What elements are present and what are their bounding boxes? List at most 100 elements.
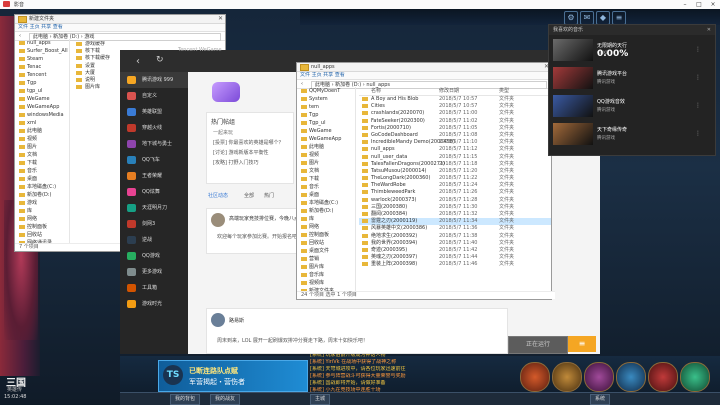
sidebar-item[interactable]: 穿越火线 xyxy=(120,120,188,136)
sidebar-item[interactable]: 自定义 xyxy=(120,88,188,104)
tree-item[interactable]: 本地磁盘(C:) xyxy=(15,183,69,191)
table-row[interactable]: warlock(2000373) 2018/5/7 11:28 文件夹 xyxy=(359,197,551,204)
table-row[interactable]: null_user_data 2018/5/7 11:15 文件夹 xyxy=(359,154,551,161)
hud-map-icon[interactable]: ◆ xyxy=(596,11,610,25)
skill-icon[interactable] xyxy=(680,362,710,392)
skill-icon[interactable] xyxy=(616,362,646,392)
taskbar-item[interactable]: 我的背包 xyxy=(170,394,201,405)
tree-item[interactable]: 控制面板 xyxy=(15,223,69,231)
table-row[interactable]: 我的世界(2000394) 2018/5/7 11:40 文件夹 xyxy=(359,240,551,247)
tree-item[interactable]: 文档 xyxy=(297,167,355,175)
table-row[interactable]: TalesFallenDragons(2000271) 2018/5/7 11:1… xyxy=(359,161,551,168)
tree-item[interactable]: 桌面 xyxy=(297,191,355,199)
tree-item[interactable]: Tgp xyxy=(297,111,355,119)
table-row[interactable]: A Boy and His Blob 2018/5/7 10:57 文件夹 xyxy=(359,96,551,103)
sidebar-item[interactable]: 英雄联盟 xyxy=(120,104,188,120)
table-row[interactable]: FateSeeker(2020300) 2018/5/7 11:02 文件夹 xyxy=(359,118,551,125)
skill-icon[interactable] xyxy=(520,362,550,392)
tree-item[interactable]: Steam xyxy=(15,55,69,63)
tree-item[interactable]: 回收站 xyxy=(297,239,355,247)
tree-item[interactable]: 网络 xyxy=(15,215,69,223)
tree-item[interactable]: WeGameApp xyxy=(15,103,69,111)
table-row[interactable]: crashlands(2020070) 2018/5/7 11:00 文件夹 xyxy=(359,110,551,117)
tree-item[interactable]: 下载 xyxy=(15,159,69,167)
table-row[interactable]: IncredibleMandy Demo(2000458) 2018/5/7 11… xyxy=(359,139,551,146)
tree-item[interactable]: 图片库 xyxy=(297,263,355,271)
hud-menu-icon[interactable]: ≡ xyxy=(612,11,626,25)
tree-item[interactable]: 网络 xyxy=(297,223,355,231)
tree-item[interactable]: 音乐 xyxy=(297,183,355,191)
table-row[interactable]: TatsuMusou(2000014) 2018/5/7 11:20 文件夹 xyxy=(359,168,551,175)
sidebar-item[interactable]: 地下城与勇士 xyxy=(120,136,188,152)
sidebar-item[interactable]: 王者荣耀 xyxy=(120,168,188,184)
tree-item[interactable]: tgp_ul xyxy=(15,87,69,95)
sidebar-item[interactable]: QQ飞车 xyxy=(120,152,188,168)
col-name[interactable]: 名称 xyxy=(371,87,381,95)
sidebar-item[interactable]: 剑网3 xyxy=(120,216,188,232)
explorer-back-ribbon[interactable]: 文件 主页 共享 查看 xyxy=(15,24,225,32)
running-button[interactable]: 正在运行 xyxy=(508,336,568,354)
taskbar-item[interactable]: 我的战友 xyxy=(210,394,241,405)
menu-button[interactable]: ≡ xyxy=(568,336,596,352)
sidebar-item[interactable]: 逆战 xyxy=(120,232,188,248)
close-icon[interactable]: ✕ xyxy=(218,15,223,23)
sidebar-item[interactable]: 游戏时光 xyxy=(120,296,188,312)
skill-icon[interactable] xyxy=(648,362,678,392)
sidebar-item[interactable]: 工具箱 xyxy=(120,280,188,296)
tree-item[interactable]: 下载 xyxy=(297,175,355,183)
tree-item[interactable]: WeGameApp xyxy=(297,135,355,143)
tree-item[interactable]: 桌面 xyxy=(15,175,69,183)
hud-mail-icon[interactable]: ✉ xyxy=(580,11,594,25)
tree-item[interactable]: Tencent xyxy=(15,71,69,79)
tree-item[interactable]: Tenac xyxy=(15,63,69,71)
back-icon[interactable]: ‹ xyxy=(136,56,140,67)
tree-item[interactable]: 音乐 xyxy=(15,167,69,175)
tree-item[interactable]: 此电脑 xyxy=(297,143,355,151)
more-icon[interactable]: ⋮ xyxy=(695,130,703,138)
tree-item[interactable]: WeGame xyxy=(297,127,355,135)
forum-line[interactable]: [投票] 你最喜欢的英雄是哪个？ xyxy=(213,139,284,146)
music-item[interactable]: 天下奇缘传奇 腾讯游戏 ⋮ xyxy=(553,123,703,145)
tab-hot[interactable]: 热门 xyxy=(264,192,274,199)
tree-item[interactable]: Tgp_ul xyxy=(297,119,355,127)
skill-icon[interactable] xyxy=(552,362,582,392)
col-date[interactable]: 修改日期 xyxy=(439,87,459,95)
tree-item[interactable]: tem xyxy=(297,103,355,111)
tree-item[interactable]: xml xyxy=(15,119,69,127)
sidebar-item[interactable]: 天涯明月刀 xyxy=(120,200,188,216)
sidebar-item[interactable]: QQ游戏 xyxy=(120,248,188,264)
tree-item[interactable]: 图片 xyxy=(297,159,355,167)
table-row[interactable]: 风暴英雄中文(2000386) 2018/5/7 11:36 文件夹 xyxy=(359,225,551,232)
forum-line[interactable]: [攻略] 打野入门技巧 xyxy=(213,159,259,166)
tree-item[interactable]: 视频库 xyxy=(297,279,355,287)
minimize-button[interactable]: – xyxy=(678,0,692,9)
tree-item[interactable]: null_apps xyxy=(15,39,69,47)
skill-icon[interactable] xyxy=(584,362,614,392)
tree-item[interactable]: 视频 xyxy=(297,151,355,159)
tree-item[interactable]: 图片 xyxy=(15,143,69,151)
maximize-button[interactable]: □ xyxy=(692,0,706,9)
more-icon[interactable]: ⋮ xyxy=(695,74,703,82)
tree-item[interactable]: 音乐库 xyxy=(297,271,355,279)
tree-item[interactable]: Surfer_Boost_All xyxy=(15,47,69,55)
table-row[interactable]: 绝地求生(2000392) 2018/5/7 11:38 文件夹 xyxy=(359,233,551,240)
tree-item[interactable]: 本地磁盘(C:) xyxy=(297,199,355,207)
table-row[interactable]: 三国(2000380) 2018/5/7 11:30 文件夹 xyxy=(359,204,551,211)
close-button[interactable]: × xyxy=(706,0,720,9)
tree-item[interactable]: Tgp xyxy=(15,79,69,87)
tree-item[interactable]: 新加卷(D:) xyxy=(297,207,355,215)
close-icon[interactable]: ✕ xyxy=(707,25,711,35)
more-icon[interactable]: ⋮ xyxy=(695,102,703,110)
table-row[interactable]: GoCodeDashboard 2018/5/7 11:08 文件夹 xyxy=(359,132,551,139)
tree-item[interactable]: windowsMedia xyxy=(15,111,69,119)
tree-item[interactable]: 游戏 xyxy=(15,199,69,207)
sidebar-item[interactable]: 腾讯游戏 999 xyxy=(120,72,188,88)
tree-item[interactable]: WeGame xyxy=(15,95,69,103)
refresh-icon[interactable]: ↻ xyxy=(156,55,164,65)
table-row[interactable]: TheWardRobe 2018/5/7 11:24 文件夹 xyxy=(359,182,551,189)
tree-item[interactable]: 桌面文件 xyxy=(297,247,355,255)
tree-item[interactable]: 控制面板 xyxy=(297,231,355,239)
game-ad-banner[interactable]: TS 已断连路队点赋 军营揭起・营伤者 xyxy=(158,360,308,392)
tab-all[interactable]: 全部 xyxy=(244,192,254,199)
taskbar-item[interactable]: 系统 xyxy=(590,394,611,405)
